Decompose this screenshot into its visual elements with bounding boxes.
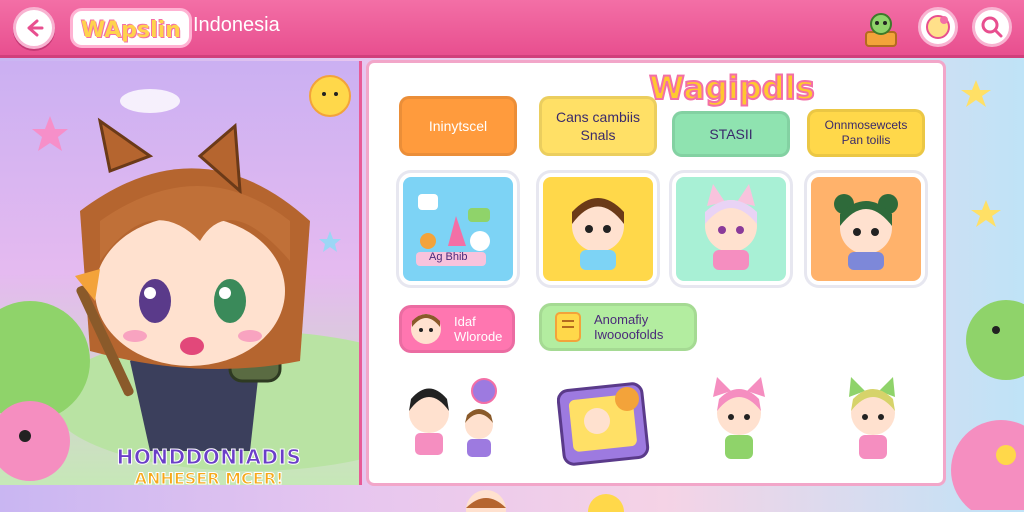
notebook-icon	[555, 312, 581, 342]
avatar-icon	[411, 314, 441, 344]
menu-pill-1[interactable]: Idaf Wlorode	[399, 305, 515, 353]
green-hair-avatar-icon	[834, 194, 898, 270]
category-button-3[interactable]: STASII	[672, 111, 790, 157]
top-bar: WApslin Indonesia	[0, 0, 1024, 58]
pill-label: Anomafiy Iwoooofolds	[594, 312, 664, 342]
promo-banner: HONDDONIADIS ANHESER MCER!	[104, 445, 314, 486]
category-label: STASII	[709, 126, 753, 142]
panel-title: Wagipdls	[648, 68, 815, 108]
face-icon	[926, 15, 950, 39]
country-label: Indonesia	[193, 14, 280, 36]
tile-label: Ag Bhib	[429, 251, 468, 263]
cat-girl-avatar-icon	[705, 184, 757, 270]
bottom-decor	[466, 490, 624, 512]
tile-activities[interactable]	[399, 173, 517, 285]
back-button[interactable]	[13, 7, 55, 49]
basket-sticker-icon	[858, 6, 904, 52]
sticker-friends[interactable]	[399, 373, 509, 463]
tile-boy[interactable]	[539, 173, 657, 285]
search-button[interactable]	[972, 7, 1012, 47]
promo-title: HONDDONIADIS	[116, 445, 302, 470]
sticker-tablet[interactable]	[557, 379, 657, 467]
promo-panel: HONDDONIADIS ANHESER MCER!	[0, 61, 362, 485]
notification-button[interactable]	[918, 7, 958, 47]
main-panel: Wagipdls Ininytscel Cans cambiis Snals S…	[366, 60, 946, 486]
category-button-4[interactable]: Onnmosewcets Pan toilis	[807, 109, 925, 157]
back-arrow-icon	[27, 19, 44, 37]
pill-label: Idaf Wlorode	[454, 314, 503, 344]
search-icon	[981, 16, 1003, 38]
tile-green-hair[interactable]	[807, 173, 925, 285]
hero-illustration	[0, 75, 359, 481]
sticker-pink-cat[interactable]	[699, 373, 779, 465]
game-logo: WApslin	[70, 8, 192, 48]
promo-subtitle: ANHESER MCER!	[134, 469, 284, 486]
tile-cat-girl[interactable]	[672, 173, 790, 285]
category-button-2[interactable]: Cans cambiis Snals	[539, 96, 657, 156]
boy-avatar-icon	[572, 198, 624, 270]
menu-pill-2[interactable]: Anomafiy Iwoooofolds	[539, 303, 697, 351]
category-label: Onnmosewcets Pan toilis	[824, 118, 908, 147]
sticker-blonde-cat[interactable]	[829, 373, 919, 465]
category-label: Cans cambiis Snals	[555, 109, 641, 143]
category-label: Ininytscel	[428, 118, 488, 134]
category-button-1[interactable]: Ininytscel	[399, 96, 517, 156]
right-decor	[951, 80, 1024, 510]
